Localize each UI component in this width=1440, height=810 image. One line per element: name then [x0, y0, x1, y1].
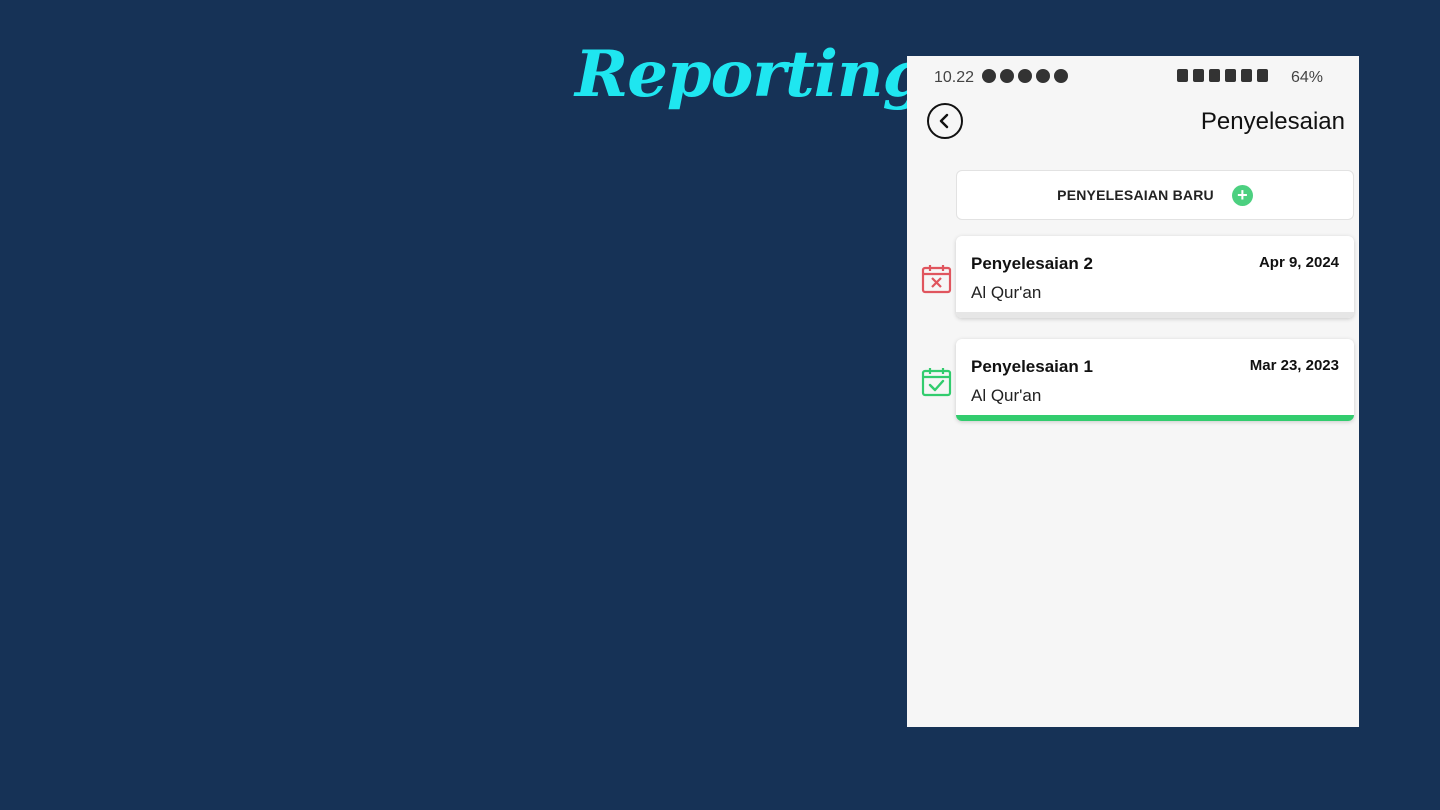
item-subtitle: Al Qur'an — [971, 283, 1042, 302]
lock-icon — [1193, 69, 1204, 82]
slide-title: Reporting — [575, 37, 927, 112]
new-button-label: PENYELESAIAN BARU — [1057, 187, 1214, 203]
page-title: Penyelesaian — [1200, 108, 1345, 135]
calendar-check-icon — [921, 368, 952, 397]
progress-fill — [956, 415, 1354, 421]
message-icon — [1036, 69, 1050, 83]
list-item[interactable]: Penyelesaian 1 Mar 23, 2023 Al Qur'an — [956, 339, 1354, 421]
progress-bar — [956, 312, 1354, 318]
volte-icon — [1241, 69, 1252, 82]
battery-level: 64% — [1291, 69, 1324, 86]
item-date: Mar 23, 2023 — [1249, 357, 1339, 374]
game-icon — [1018, 69, 1032, 83]
system-icons — [1177, 69, 1268, 82]
item-title: Penyelesaian 1 — [971, 357, 1093, 376]
plus-icon: + — [1231, 184, 1253, 206]
alarm-icon — [1209, 69, 1220, 82]
whatsapp-icon — [1054, 69, 1068, 83]
status-bar: 10.22 64% — [907, 66, 1359, 92]
facebook-icon — [1000, 69, 1014, 83]
new-penyelesaian-button[interactable]: PENYELESAIAN BARU + — [956, 170, 1354, 220]
item-title: Penyelesaian 2 — [971, 254, 1093, 273]
sim-icon — [1177, 69, 1188, 82]
chevron-left-icon — [939, 113, 949, 129]
list-item[interactable]: Penyelesaian 2 Apr 9, 2024 Al Qur'an — [956, 236, 1354, 318]
calendar-x-icon — [921, 265, 952, 294]
back-button[interactable] — [927, 103, 963, 139]
phone-screen: 10.22 64% Penyelesaian PENYELESAIAN BARU… — [907, 56, 1359, 727]
wifi-icon — [1225, 69, 1236, 82]
item-date: Apr 9, 2024 — [1258, 254, 1339, 271]
dnd-icon — [982, 69, 996, 83]
progress-bar — [956, 415, 1354, 421]
signal-icon — [1257, 69, 1268, 82]
notification-icons — [982, 69, 1068, 83]
item-subtitle: Al Qur'an — [971, 386, 1042, 405]
status-time: 10.22 — [934, 69, 975, 86]
